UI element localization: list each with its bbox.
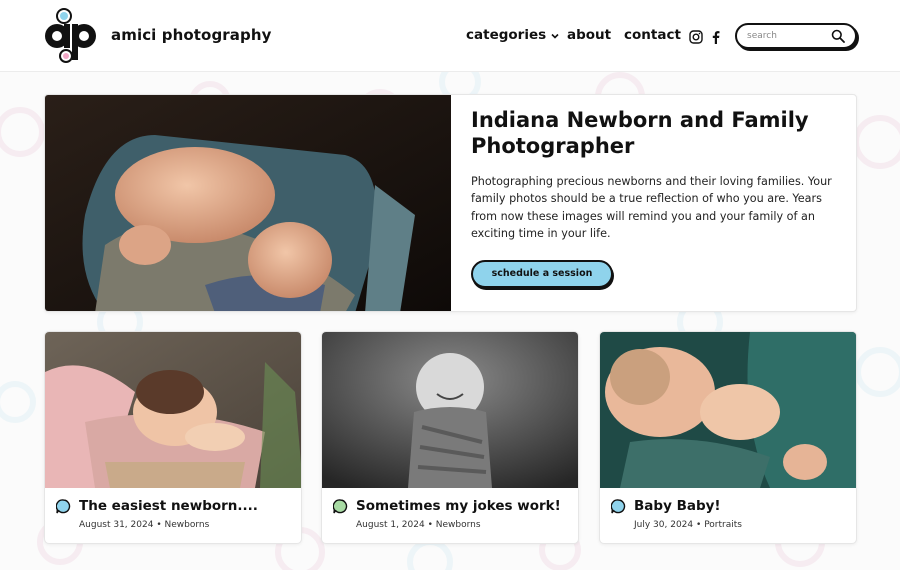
nav-categories-label: categories: [466, 27, 547, 43]
chat-bubble-icon: [333, 499, 348, 514]
site-header: amici photography categories about conta…: [0, 0, 900, 72]
post-card[interactable]: Baby Baby! July 30, 2024 • Portraits: [599, 331, 857, 544]
post-category[interactable]: Newborns: [165, 520, 210, 530]
hero-newborn-photo: [45, 95, 451, 311]
schedule-session-button[interactable]: schedule a session: [471, 260, 613, 288]
post-title[interactable]: Sometimes my jokes work!: [356, 498, 561, 514]
hero-title: Indiana Newborn and Family Photographer: [471, 108, 809, 158]
post-title[interactable]: Baby Baby!: [634, 498, 721, 514]
post-card[interactable]: The easiest newborn.... August 31, 2024 …: [44, 331, 302, 544]
chevron-down-icon: [551, 33, 559, 39]
post-card[interactable]: Sometimes my jokes work! August 1, 2024 …: [321, 331, 579, 544]
post-meta: August 1, 2024 • Newborns: [356, 520, 481, 530]
post-photo[interactable]: [322, 332, 579, 488]
instagram-icon[interactable]: [689, 30, 703, 44]
facebook-icon[interactable]: [709, 30, 723, 44]
chat-bubble-icon: [56, 499, 71, 514]
site-name[interactable]: amici photography: [111, 26, 272, 44]
nav-categories[interactable]: categories: [466, 27, 560, 43]
chat-bubble-icon: [611, 499, 626, 514]
post-category[interactable]: Newborns: [436, 520, 481, 530]
ap-logo-icon[interactable]: [44, 6, 100, 64]
nav-about[interactable]: about: [567, 27, 611, 43]
post-photo[interactable]: [45, 332, 302, 488]
post-photo[interactable]: [600, 332, 857, 488]
post-title[interactable]: The easiest newborn....: [79, 498, 258, 514]
post-category[interactable]: Portraits: [704, 520, 742, 530]
nav-contact[interactable]: contact: [624, 27, 681, 43]
search-box: [735, 23, 857, 49]
post-meta: July 30, 2024 • Portraits: [634, 520, 742, 530]
hero-description: Photographing precious newborns and thei…: [471, 175, 832, 241]
search-input[interactable]: [747, 28, 827, 44]
post-meta: August 31, 2024 • Newborns: [79, 520, 209, 530]
post-date: August 1, 2024: [356, 520, 425, 530]
meta-separator: •: [156, 520, 162, 530]
meta-separator: •: [696, 520, 702, 530]
post-date: July 30, 2024: [634, 520, 694, 530]
search-icon[interactable]: [831, 29, 845, 43]
meta-separator: •: [427, 520, 433, 530]
hero-section: Indiana Newborn and Family Photographer …: [44, 94, 857, 312]
post-date: August 31, 2024: [79, 520, 154, 530]
